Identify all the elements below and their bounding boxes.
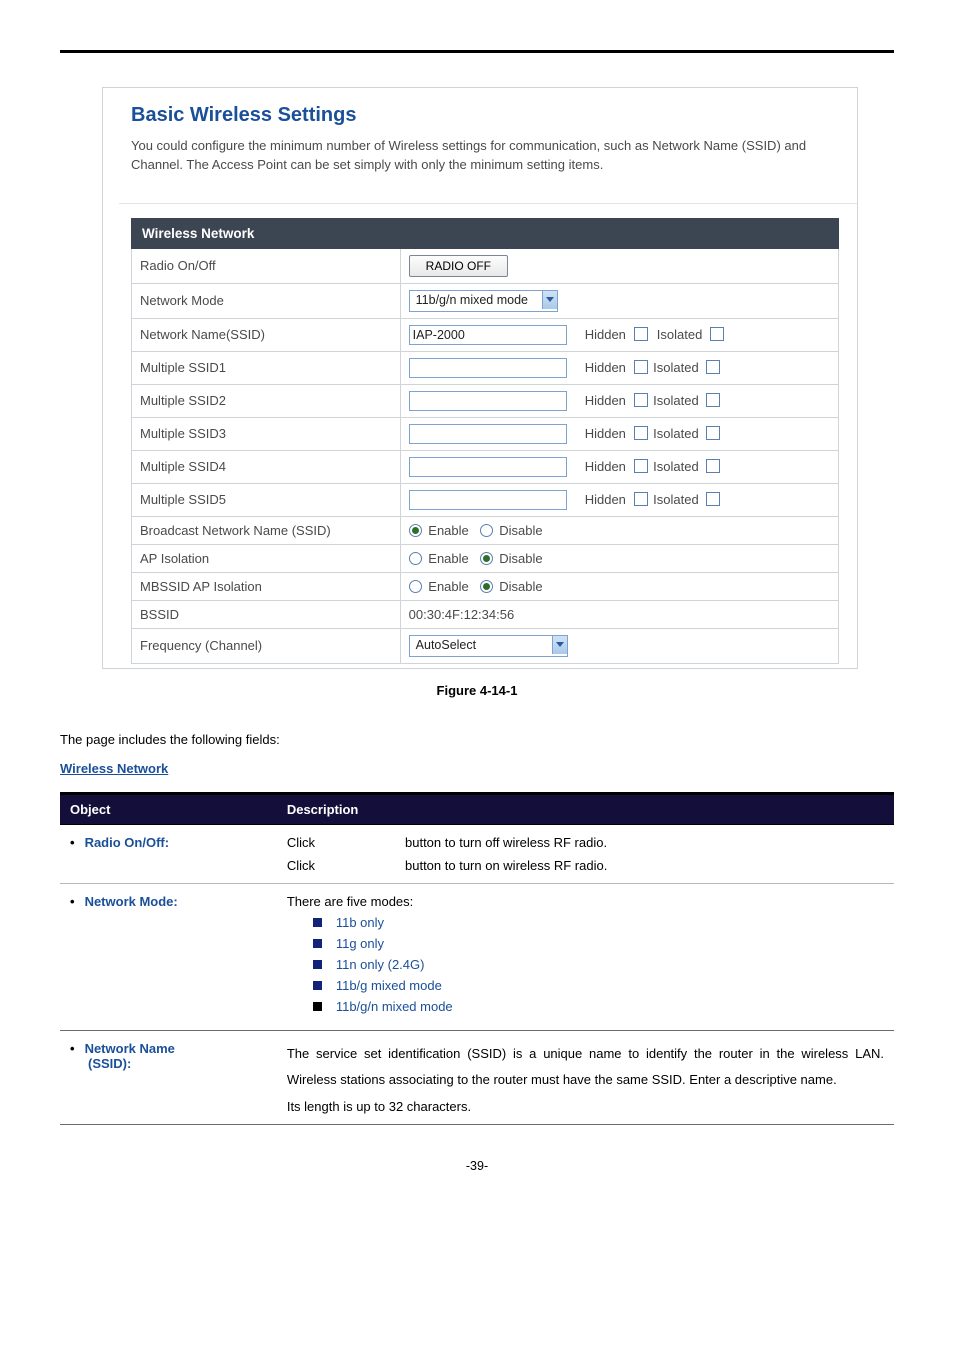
mssid2-isolated-checkbox[interactable] bbox=[706, 393, 720, 407]
mbssidiso-disable-radio[interactable] bbox=[480, 580, 493, 593]
section-header: Wireless Network bbox=[132, 218, 839, 248]
mssid3-hidden-checkbox[interactable] bbox=[634, 426, 648, 440]
wireless-form-table: Wireless Network Radio On/Off RADIO OFF … bbox=[131, 218, 839, 664]
mssid4-input[interactable] bbox=[409, 457, 567, 477]
radio-off-button[interactable]: RADIO OFF bbox=[409, 255, 508, 277]
mssid1-input[interactable] bbox=[409, 358, 567, 378]
mssid4-isolated-checkbox[interactable] bbox=[706, 459, 720, 473]
mssid3-input[interactable] bbox=[409, 424, 567, 444]
obj-mode: •Network Mode: bbox=[60, 883, 277, 1030]
panel-title: Basic Wireless Settings bbox=[131, 104, 839, 127]
obj-radio: •Radio On/Off: bbox=[60, 824, 277, 883]
mssid5-isolated-checkbox[interactable] bbox=[706, 492, 720, 506]
header-rule bbox=[60, 50, 894, 53]
figure-caption: Figure 4-14-1 bbox=[60, 683, 894, 698]
apiso-enable-radio[interactable] bbox=[409, 552, 422, 565]
obj-ssid: •Network Name (SSID): bbox=[60, 1030, 277, 1124]
col-object: Object bbox=[60, 793, 277, 824]
hidden-label: Hidden bbox=[585, 327, 626, 342]
network-mode-select[interactable]: 11b/g/n mixed mode bbox=[409, 290, 558, 312]
broadcast-enable-radio[interactable] bbox=[409, 524, 422, 537]
settings-panel: Basic Wireless Settings You could config… bbox=[102, 87, 858, 669]
desc-mode: There are five modes: 11b only 11g only … bbox=[277, 883, 894, 1030]
broadcast-label: Broadcast Network Name (SSID) bbox=[132, 516, 401, 544]
ssid-input[interactable] bbox=[409, 325, 567, 345]
desc-radio: Clickbutton to turn off wireless RF radi… bbox=[277, 824, 894, 883]
desc-ssid: The service set identification (SSID) is… bbox=[277, 1030, 894, 1124]
section-link: Wireless Network bbox=[60, 761, 168, 776]
bssid-label: BSSID bbox=[132, 600, 401, 628]
mssid4-label: Multiple SSID4 bbox=[132, 450, 401, 483]
frequency-select[interactable]: AutoSelect bbox=[409, 635, 568, 657]
ssid-label: Network Name(SSID) bbox=[132, 318, 401, 351]
radio-label: Radio On/Off bbox=[132, 248, 401, 283]
mssid1-hidden-checkbox[interactable] bbox=[634, 360, 648, 374]
mssid3-label: Multiple SSID3 bbox=[132, 417, 401, 450]
chevron-down-icon bbox=[552, 636, 567, 654]
panel-description: You could configure the minimum number o… bbox=[131, 137, 839, 175]
network-mode-label: Network Mode bbox=[132, 283, 401, 318]
isolated-label: Isolated bbox=[657, 327, 703, 342]
ssid-isolated-checkbox[interactable] bbox=[710, 327, 724, 341]
ssid-hidden-checkbox[interactable] bbox=[634, 327, 648, 341]
broadcast-disable-radio[interactable] bbox=[480, 524, 493, 537]
page-number: -39- bbox=[60, 1159, 894, 1173]
bssid-value: 00:30:4F:12:34:56 bbox=[400, 600, 838, 628]
mssid2-label: Multiple SSID2 bbox=[132, 384, 401, 417]
mssid2-input[interactable] bbox=[409, 391, 567, 411]
col-description: Description bbox=[277, 793, 894, 824]
mssid1-label: Multiple SSID1 bbox=[132, 351, 401, 384]
mssid5-input[interactable] bbox=[409, 490, 567, 510]
mssid3-isolated-checkbox[interactable] bbox=[706, 426, 720, 440]
freq-label: Frequency (Channel) bbox=[132, 628, 401, 663]
mssid5-hidden-checkbox[interactable] bbox=[634, 492, 648, 506]
mssid1-isolated-checkbox[interactable] bbox=[706, 360, 720, 374]
mssid5-label: Multiple SSID5 bbox=[132, 483, 401, 516]
mssid2-hidden-checkbox[interactable] bbox=[634, 393, 648, 407]
mssid4-hidden-checkbox[interactable] bbox=[634, 459, 648, 473]
apiso-label: AP Isolation bbox=[132, 544, 401, 572]
apiso-disable-radio[interactable] bbox=[480, 552, 493, 565]
mbssidiso-enable-radio[interactable] bbox=[409, 580, 422, 593]
description-table: Object Description •Radio On/Off: Clickb… bbox=[60, 792, 894, 1125]
mbssidiso-label: MBSSID AP Isolation bbox=[132, 572, 401, 600]
intro-line: The page includes the following fields: bbox=[60, 732, 894, 747]
chevron-down-icon bbox=[542, 291, 557, 309]
